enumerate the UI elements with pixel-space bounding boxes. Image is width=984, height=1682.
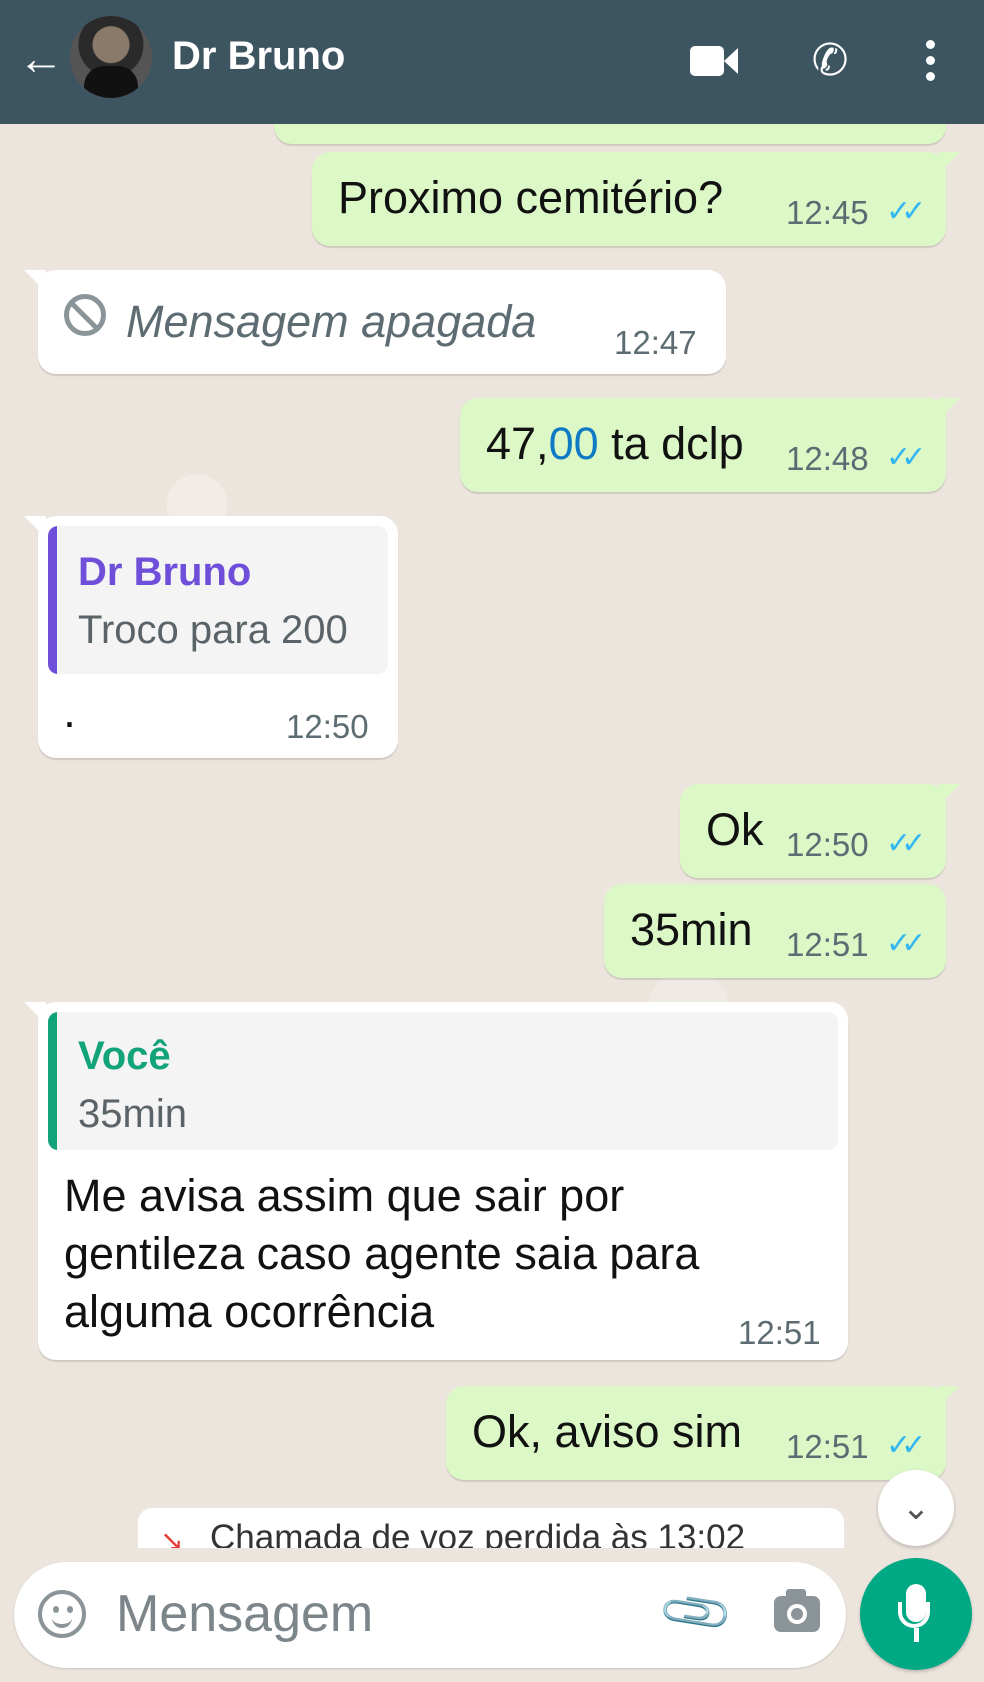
message-text-link[interactable]: 00 xyxy=(549,418,599,469)
message-time: 12:48 xyxy=(786,440,869,477)
message-text: 47,00 ta dclp xyxy=(486,418,744,470)
quoted-sender-name: Dr Bruno xyxy=(78,550,252,594)
deleted-message-text: Mensagem apagada xyxy=(126,296,537,347)
chat-header: ← Dr Bruno ✆ xyxy=(0,0,984,124)
emoji-icon[interactable] xyxy=(38,1590,86,1638)
message-bubble-outgoing[interactable]: Ok, aviso sim 12:51 ✓✓ xyxy=(446,1386,960,1480)
message-text-line: Me avisa assim que sair por xyxy=(64,1170,625,1221)
deleted-icon xyxy=(64,294,106,336)
message-time: 12:47 xyxy=(614,324,697,361)
message-time: 12:51 xyxy=(786,1428,869,1465)
more-options-icon[interactable] xyxy=(910,36,950,86)
voice-call-icon[interactable]: ✆ xyxy=(802,36,858,86)
message-bubble-outgoing[interactable]: Ok 12:50 ✓✓ xyxy=(680,784,960,878)
message-text: Ok, aviso sim xyxy=(472,1406,743,1457)
missed-call-icon: ↘ xyxy=(160,1525,184,1548)
message-input[interactable]: Mensagem xyxy=(116,1584,373,1644)
message-bubble-incoming-reply[interactable]: Você 35min Me avisa assim que sair por g… xyxy=(24,1002,848,1360)
message-bubble-incoming-reply[interactable]: Dr Bruno Troco para 200 · 12:50 xyxy=(24,516,398,758)
read-ticks-icon: ✓✓ xyxy=(886,441,926,474)
message-time: 12:45 xyxy=(786,194,869,231)
quoted-message[interactable]: Você 35min xyxy=(48,1012,838,1150)
message-time: 12:50 xyxy=(786,826,869,863)
contact-name[interactable]: Dr Bruno xyxy=(172,28,345,84)
arrow-left-icon[interactable]: ← xyxy=(18,30,64,86)
message-composer[interactable]: Mensagem 📎 xyxy=(14,1562,846,1668)
read-ticks-icon: ✓✓ xyxy=(886,927,926,960)
quoted-message[interactable]: Dr Bruno Troco para 200 xyxy=(48,526,388,674)
video-call-icon[interactable] xyxy=(686,36,742,86)
scroll-to-bottom-button[interactable]: ⌄ xyxy=(878,1470,954,1546)
read-ticks-icon: ✓✓ xyxy=(886,1429,926,1462)
message-text: 35min xyxy=(630,904,753,955)
message-bubble-incoming-deleted[interactable]: Mensagem apagada 12:47 xyxy=(24,270,726,374)
microphone-button[interactable] xyxy=(860,1558,972,1670)
message-time: 12:50 xyxy=(286,708,369,745)
chevron-double-down-icon: ⌄ xyxy=(901,1489,931,1527)
message-text: · xyxy=(62,696,77,747)
message-bubble-outgoing[interactable]: 47,00 ta dclp 12:48 ✓✓ xyxy=(460,398,960,492)
avatar[interactable] xyxy=(70,16,152,98)
message-text-part: 47, xyxy=(486,418,549,469)
quoted-sender-name: Você xyxy=(78,1034,171,1078)
message-bubble-outgoing[interactable]: Proximo cemitério? 12:45 ✓✓ xyxy=(312,152,960,246)
message-time: 12:51 xyxy=(786,926,869,963)
missed-call-text: Chamada de voz perdida às 13:02 xyxy=(210,1518,746,1548)
quoted-text: 35min xyxy=(78,1092,187,1136)
message-text-part: ta dclp xyxy=(598,418,744,469)
message-text: Proximo cemitério? xyxy=(338,172,724,223)
message-text-line: gentileza caso agente saia para xyxy=(64,1228,700,1279)
camera-icon[interactable] xyxy=(774,1589,820,1632)
missed-call-notice[interactable]: ↘ Chamada de voz perdida às 13:02 xyxy=(138,1508,844,1548)
read-ticks-icon: ✓✓ xyxy=(886,195,926,228)
attach-icon[interactable]: 📎 xyxy=(655,1571,737,1653)
read-ticks-icon: ✓✓ xyxy=(886,827,926,860)
message-bubble-outgoing[interactable]: 35min 12:51 ✓✓ xyxy=(604,884,946,978)
message-text: Ok xyxy=(706,804,764,855)
message-time: 12:51 xyxy=(738,1314,821,1351)
message-text-line: alguma ocorrência xyxy=(64,1286,435,1337)
quoted-text: Troco para 200 xyxy=(78,608,348,652)
